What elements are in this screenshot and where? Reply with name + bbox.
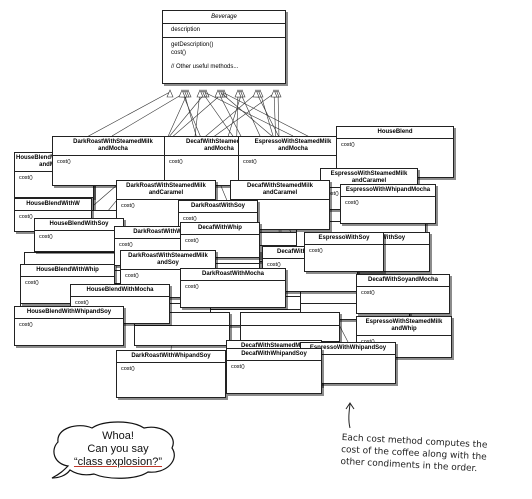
beverage-method-comment: // Other useful methods...: [171, 64, 239, 70]
subclass-name: DarkRoastWithSteamedMilk andMocha: [53, 137, 173, 156]
subclass-name: EspressoWithSteamedMilk andWhip: [357, 317, 451, 336]
subclass-box: DecafWithSoyandMocha cost(): [356, 274, 450, 314]
bubble-line-3: “class explosion?”: [73, 456, 163, 468]
subclass-name: HouseBlendWithWhip: [21, 265, 114, 277]
subclass-method-cost: cost(): [185, 284, 199, 290]
subclass-method-cost: cost(): [39, 234, 53, 240]
beverage-class-box: Beverage description getDescription() co…: [162, 10, 286, 84]
subclass-box: EspressoWithWhipandMocha cost(): [340, 184, 436, 224]
beverage-methods: getDescription() cost() // Other useful …: [163, 38, 285, 74]
subclass-box: HouseBlendWithWhipandSoy cost(): [14, 306, 124, 346]
bubble-line-2: Can you say: [87, 443, 149, 455]
annotation-arrow: [345, 402, 355, 429]
subclass-method-cost: cost(): [57, 159, 71, 165]
subclass-name: DecafWithWhipandSoy: [227, 349, 321, 361]
beverage-method-cost: cost(): [171, 50, 186, 56]
subclass-box: DecafWithWhipandSoy cost(): [226, 348, 322, 394]
subclass-box: DarkRoastWithMocha cost(): [180, 268, 286, 308]
beverage-class-title: Beverage: [163, 11, 285, 24]
subclass-name: DarkRoastWithSteamedMilk andCaramel: [117, 181, 215, 200]
subclass-name: HouseBlendWithW: [15, 199, 91, 211]
subclass-method-cost: cost(): [345, 200, 359, 206]
subclass-name: EspressoWithSteamedMilk andMocha: [239, 137, 347, 156]
subclass-name: DecafWithSteamedMilk andCaramel: [231, 181, 329, 200]
subclass-box: HouseBlendWithSoy cost(): [34, 218, 124, 252]
subclass-method-cost: cost(): [19, 322, 33, 328]
subclass-name: EspressoWithWhipandMocha: [341, 185, 435, 197]
beverage-method-getdescription: getDescription(): [171, 42, 214, 48]
subclass-method-cost: cost(): [185, 238, 199, 244]
subclass-name: DecafWithWhip: [181, 223, 259, 235]
subclass-name: DecafWithSoyandMocha: [357, 275, 449, 287]
subclass-method-cost: cost(): [121, 366, 135, 372]
beverage-field-description: description: [163, 24, 285, 38]
subclass-method-cost: cost(): [361, 290, 375, 296]
subclass-name: DarkRoastWithSoy: [179, 201, 257, 213]
bubble-line-1: Whoa!: [102, 430, 134, 442]
subclass-name: HouseBlend: [337, 127, 453, 139]
subclass-method-cost: cost(): [341, 142, 355, 148]
annotation-arrow-line: [348, 403, 351, 429]
subclass-box: DarkRoastWithWhipandSoy cost(): [116, 350, 226, 398]
subclass-name: HouseBlendWithSoy: [35, 219, 123, 231]
class-diagram: HouseBlendWithSteamedMilk andMochacost()…: [0, 0, 532, 499]
subclass-name: HouseBlendWithWhipandSoy: [15, 307, 123, 319]
class-box-background: [240, 312, 340, 342]
subclass-method-cost: cost(): [309, 248, 323, 254]
subclass-box: EspressoWithSoy cost(): [304, 232, 384, 272]
inheritance-arrowhead: [166, 89, 174, 98]
subclass-method-cost: cost(): [231, 364, 245, 370]
subclass-name: DarkRoastWithMocha: [181, 269, 285, 281]
subclass-name: EspressoWithSoy: [305, 233, 383, 245]
class-box-divider: [241, 313, 339, 326]
speech-bubble-text: Whoa! Can you say “class explosion?”: [72, 430, 164, 469]
subclass-box: DarkRoastWithSteamedMilk andMocha cost(): [52, 136, 174, 186]
subclass-method-cost: cost(): [243, 159, 257, 165]
subclass-name: HouseBlendWithMocha: [71, 285, 169, 297]
subclass-name: DarkRoastWithWhipandSoy: [117, 351, 225, 363]
